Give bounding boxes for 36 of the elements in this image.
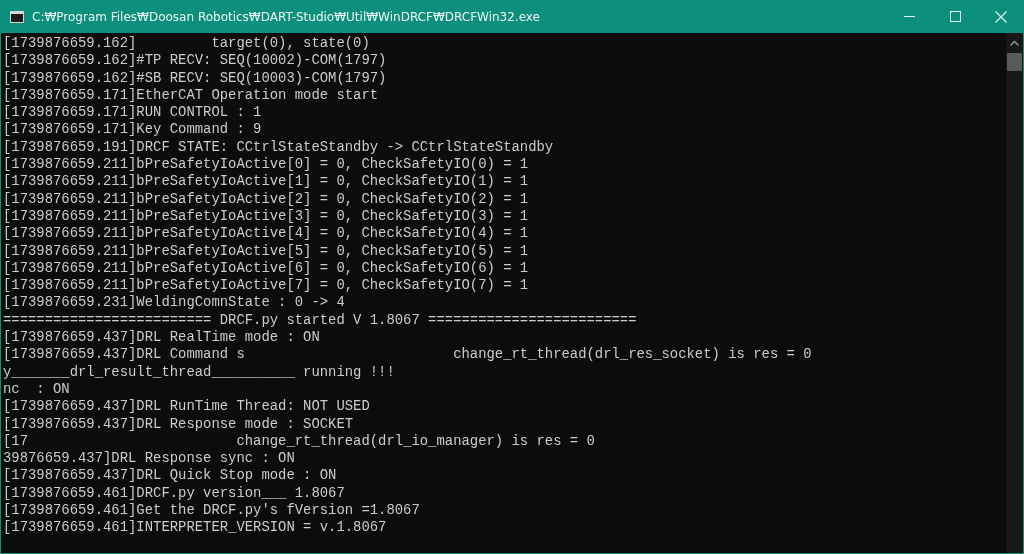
console-line: y_______drl_result_thread__________ running !!! [3,363,395,381]
console-line: [17 change_rt_thread(drl_io_manager) is res = 0 [3,432,595,451]
close-icon[interactable] [995,10,1007,23]
console-line: ========================= DRCF.py started V 1.8067 ========================= [3,311,637,330]
console-line: [1739876659.211]bPreSafetyIoActive[7] = 0, CheckSafetyIO(7) = 1 [3,277,529,295]
console-line: 39876659.437]DRL Response sync : ON [3,450,295,468]
scrollbar[interactable] [1006,33,1023,553]
console-line: [1739876659.437]DRL RealTime mode : ON [3,329,320,347]
maximize-icon[interactable] [949,11,961,22]
console-line: [1739876659.211]bPreSafetyIoActive[0] = 0, CheckSafetyIO(0) = 1 [3,156,529,174]
console-line: [1739876659.211]bPreSafetyIoActive[5] = 0, CheckSafetyIO(5) = 1 [3,242,529,260]
console-line: [1739876659.461]Get the DRCF.py's fVersion =1.8067 [3,502,420,520]
console-line: [1739876659.162]#TP RECV: SEQ(10002)-COM(1797) [3,52,387,70]
console-line: [1739876659.211]bPreSafetyIoActive[1] = 0, CheckSafetyIO(1) = 1 [3,173,529,191]
scroll-up-icon[interactable] [1010,40,1019,46]
console-line: [1739876659.461]DRCF.py version___ 1.8067 [3,484,345,502]
console-line: [1739876659.437]DRL RunTime Thread: NOT USED [3,398,370,416]
console-line: [1739876659.437]DRL Command s change_rt_thread(drl_res_socket) is res = 0 [3,346,812,364]
console-line: [1739876659.171]RUN CONTROL : 1 [3,104,262,122]
console-line: [1739876659.211]bPreSafetyIoActive[6] = 0, CheckSafetyIO(6) = 1 [3,259,529,278]
console-line: [1739876659.162] target(0), state(0) [3,35,370,53]
console-line: [1739876659.171]EtherCAT Operation mode start [3,86,379,105]
console-line: [1739876659.437]DRL Response mode : SOCKET [3,415,354,433]
console-window-icon [10,10,24,23]
console-line: [1739876659.211]bPreSafetyIoActive[3] = 0, CheckSafetyIO(3) = 1 [3,207,529,226]
console-line: nc : ON [3,380,70,399]
console-line: [1739876659.231]WeldingComnState : 0 -> 4 [3,294,345,312]
console-line: [1739876659.211]bPreSafetyIoActive[4] = 0, CheckSafetyIO(4) = 1 [3,225,529,243]
scroll-thumb[interactable] [1007,53,1022,71]
console-line: [1739876659.191]DRCF STATE: CCtrlStateStandby -> CCtrlStateStandby [3,138,554,157]
console-line: [1739876659.211]bPreSafetyIoActive[2] = 0, CheckSafetyIO(2) = 1 [3,190,529,208]
window-title: C:₩Program Files₩Doosan Robotics₩DART-Studio₩Util₩WinDRCF₩DRCFWin32.exe [32,9,541,24]
console-line: [1739876659.162]#SB RECV: SEQ(10003)-COM(1797) [3,69,387,87]
console-line: [1739876659.461]INTERPRETER_VERSION = v.1.8067 [3,519,387,537]
console-line: [1739876659.437]DRL Quick Stop mode : ON [3,467,337,485]
console-line: [1739876659.171]Key Command : 9 [3,121,262,139]
